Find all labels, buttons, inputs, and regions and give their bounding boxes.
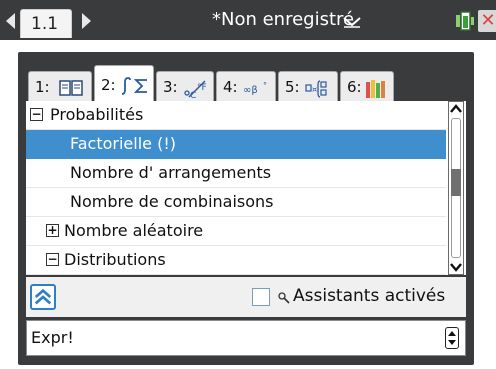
list-item-label: Distributions [64,250,166,269]
up-down-arrows-icon [448,331,456,345]
vertical-scrollbar[interactable] [448,101,464,275]
tab-catalog-1[interactable]: 1: [28,71,92,102]
list-item-combinaisons[interactable]: Nombre de combinaisons [26,188,446,217]
tab-label: 6: [347,78,362,96]
svg-text:∞β: ∞β [243,85,258,96]
libraries-icon [366,80,385,98]
list-item-arrangements[interactable]: Nombre d' arrangements [26,159,446,188]
svg-text:¤: ¤ [312,85,317,94]
templates-icon: ¤ [305,80,327,98]
collapse-panel-button[interactable] [30,284,56,310]
tab-catalog-2[interactable]: 2: [94,65,154,102]
spinner-icon[interactable] [445,327,459,349]
list-item-nombre-aleatoire[interactable]: + Nombre aléatoire [26,217,446,246]
list-item-label: Nombre de combinaisons [70,192,274,211]
expand-icon[interactable]: + [46,224,59,237]
collapse-icon[interactable]: − [46,253,59,266]
tab-catalog-5[interactable]: 5: ¤ [278,71,338,102]
expression-value: Expr! [31,328,74,347]
catalog-panel: 1: 2: 3: C °F 4: ∞β ° 5: ¤ 6: − Probabil… [18,52,474,365]
tab-catalog-6[interactable]: 6: [340,71,394,102]
svg-text:°: ° [263,81,267,90]
tab-catalog-3[interactable]: 3: C °F [156,71,214,102]
next-page-arrow-icon[interactable] [82,13,91,29]
tab-label: 5: [285,78,300,96]
close-icon[interactable]: ✕ [478,10,496,32]
list-item-label: Factorielle (!) [70,134,176,153]
list-item-label: Nombre aléatoire [64,221,204,240]
page-tab[interactable]: 1.1 [20,9,72,38]
scroll-thumb[interactable] [451,169,461,196]
chevron-down-icon[interactable] [342,16,362,28]
list-item-probabilites[interactable]: − Probabilités [26,101,446,130]
tab-label: 3: [163,78,178,96]
list-item-distributions[interactable]: − Distributions [26,246,446,275]
list-item-label: Probabilités [50,105,144,124]
double-chevron-up-icon [34,288,52,305]
tab-catalog-4[interactable]: 4: ∞β ° [216,71,276,102]
tab-label: 2: [101,76,116,94]
wizard-wand-icon [278,292,290,304]
wizard-strip: Assistants activés [26,277,466,317]
document-title[interactable]: *Non enregistré [212,9,354,31]
collapse-icon[interactable]: − [30,108,43,121]
list-item-factorielle[interactable]: Factorielle (!) [26,130,446,159]
units-icon: C °F [184,80,207,99]
integral-sum-icon [121,77,147,95]
symbols-icon: ∞β ° [243,81,267,96]
previous-page-arrow-icon[interactable] [6,13,15,29]
document-toolbar: 1.1 *Non enregistré ✕ [0,0,496,40]
catalog-list: − Probabilités Factorielle (!) Nombre d'… [26,101,466,275]
book-icon [59,80,83,96]
tab-label: 4: [223,78,238,96]
scroll-up-arrow-icon[interactable] [450,103,462,115]
svg-text:°F: °F [197,83,207,93]
tab-label: 1: [35,78,50,96]
list-item-label: Nombre d' arrangements [70,163,272,182]
content-area: 1: 2: 3: C °F 4: ∞β ° 5: ¤ 6: − Probabil… [0,40,486,369]
wizards-checkbox[interactable] [252,288,270,306]
scroll-down-arrow-icon[interactable] [450,261,462,273]
expression-selector[interactable]: Expr! [26,320,466,356]
wizards-label: Assistants activés [293,286,446,306]
battery-icon [456,11,474,31]
